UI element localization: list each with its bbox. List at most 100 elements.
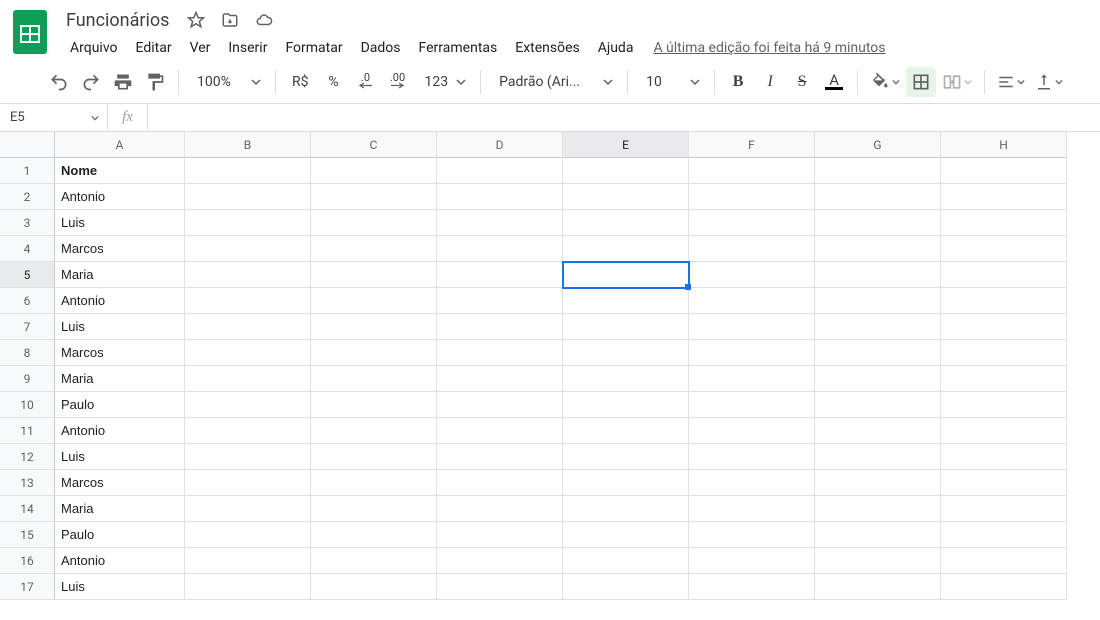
- increase-decimal-button[interactable]: .00: [383, 67, 413, 97]
- percent-button[interactable]: %: [319, 67, 349, 97]
- cell-E16[interactable]: [563, 548, 689, 574]
- more-formats-dropdown[interactable]: 123: [415, 67, 473, 97]
- cell-G17[interactable]: [815, 574, 941, 600]
- cell-B3[interactable]: [185, 210, 311, 236]
- cell-D11[interactable]: [437, 418, 563, 444]
- cell-B10[interactable]: [185, 392, 311, 418]
- cell-B2[interactable]: [185, 184, 311, 210]
- cell-H9[interactable]: [941, 366, 1067, 392]
- cell-E15[interactable]: [563, 522, 689, 548]
- cell-H6[interactable]: [941, 288, 1067, 314]
- cell-C6[interactable]: [311, 288, 437, 314]
- cell-E14[interactable]: [563, 496, 689, 522]
- row-header-17[interactable]: 17: [0, 574, 55, 600]
- cell-G10[interactable]: [815, 392, 941, 418]
- cell-E10[interactable]: [563, 392, 689, 418]
- italic-button[interactable]: I: [755, 67, 785, 97]
- cell-B17[interactable]: [185, 574, 311, 600]
- cell-A1[interactable]: Nome: [55, 158, 185, 184]
- undo-button[interactable]: [44, 67, 74, 97]
- cell-A10[interactable]: Paulo: [55, 392, 185, 418]
- cell-F9[interactable]: [689, 366, 815, 392]
- horizontal-align-button[interactable]: [993, 67, 1029, 97]
- move-icon[interactable]: [219, 9, 241, 31]
- cell-C15[interactable]: [311, 522, 437, 548]
- vertical-align-button[interactable]: [1031, 67, 1067, 97]
- menu-arquivo[interactable]: Arquivo: [62, 36, 126, 60]
- cell-A17[interactable]: Luis: [55, 574, 185, 600]
- cell-F4[interactable]: [689, 236, 815, 262]
- cell-F17[interactable]: [689, 574, 815, 600]
- cell-G12[interactable]: [815, 444, 941, 470]
- cell-C12[interactable]: [311, 444, 437, 470]
- bold-button[interactable]: B: [723, 67, 753, 97]
- menu-ferramentas[interactable]: Ferramentas: [411, 36, 506, 60]
- cell-C3[interactable]: [311, 210, 437, 236]
- cell-E13[interactable]: [563, 470, 689, 496]
- redo-button[interactable]: [76, 67, 106, 97]
- font-size-dropdown[interactable]: 10: [636, 67, 706, 97]
- cell-E8[interactable]: [563, 340, 689, 366]
- cell-C4[interactable]: [311, 236, 437, 262]
- cell-D10[interactable]: [437, 392, 563, 418]
- cell-E9[interactable]: [563, 366, 689, 392]
- cell-G2[interactable]: [815, 184, 941, 210]
- row-header-4[interactable]: 4: [0, 236, 55, 262]
- cell-F5[interactable]: [689, 262, 815, 288]
- cell-B12[interactable]: [185, 444, 311, 470]
- cell-B1[interactable]: [185, 158, 311, 184]
- cell-A14[interactable]: Maria: [55, 496, 185, 522]
- print-button[interactable]: [108, 67, 138, 97]
- cell-D5[interactable]: [437, 262, 563, 288]
- column-header-A[interactable]: A: [55, 132, 185, 158]
- cell-C10[interactable]: [311, 392, 437, 418]
- cell-H16[interactable]: [941, 548, 1067, 574]
- cell-B7[interactable]: [185, 314, 311, 340]
- cell-E2[interactable]: [563, 184, 689, 210]
- menu-editar[interactable]: Editar: [128, 36, 180, 60]
- menu-ver[interactable]: Ver: [182, 36, 219, 60]
- cell-D6[interactable]: [437, 288, 563, 314]
- strikethrough-button[interactable]: S: [787, 67, 817, 97]
- row-header-16[interactable]: 16: [0, 548, 55, 574]
- cloud-status-icon[interactable]: [253, 9, 275, 31]
- cell-F8[interactable]: [689, 340, 815, 366]
- cell-A7[interactable]: Luis: [55, 314, 185, 340]
- cell-F1[interactable]: [689, 158, 815, 184]
- star-icon[interactable]: [185, 9, 207, 31]
- cell-A3[interactable]: Luis: [55, 210, 185, 236]
- cell-D12[interactable]: [437, 444, 563, 470]
- cell-C9[interactable]: [311, 366, 437, 392]
- row-header-15[interactable]: 15: [0, 522, 55, 548]
- cell-D15[interactable]: [437, 522, 563, 548]
- menu-inserir[interactable]: Inserir: [220, 36, 275, 60]
- column-header-B[interactable]: B: [185, 132, 311, 158]
- cell-H12[interactable]: [941, 444, 1067, 470]
- cell-C8[interactable]: [311, 340, 437, 366]
- cell-E17[interactable]: [563, 574, 689, 600]
- cell-G13[interactable]: [815, 470, 941, 496]
- cell-G16[interactable]: [815, 548, 941, 574]
- cell-B9[interactable]: [185, 366, 311, 392]
- cell-B15[interactable]: [185, 522, 311, 548]
- column-header-F[interactable]: F: [689, 132, 815, 158]
- decrease-decimal-button[interactable]: .0: [351, 67, 381, 97]
- last-edit-link[interactable]: A última edição foi feita há 9 minutos: [653, 40, 885, 56]
- cell-G14[interactable]: [815, 496, 941, 522]
- cell-C7[interactable]: [311, 314, 437, 340]
- cell-A2[interactable]: Antonio: [55, 184, 185, 210]
- cell-H10[interactable]: [941, 392, 1067, 418]
- column-header-G[interactable]: G: [815, 132, 941, 158]
- zoom-dropdown[interactable]: 100%: [187, 67, 267, 97]
- cell-F6[interactable]: [689, 288, 815, 314]
- row-header-3[interactable]: 3: [0, 210, 55, 236]
- cell-C5[interactable]: [311, 262, 437, 288]
- cell-B6[interactable]: [185, 288, 311, 314]
- cell-F15[interactable]: [689, 522, 815, 548]
- row-header-14[interactable]: 14: [0, 496, 55, 522]
- select-all-corner[interactable]: [0, 132, 55, 158]
- cell-G1[interactable]: [815, 158, 941, 184]
- cell-C2[interactable]: [311, 184, 437, 210]
- cell-B4[interactable]: [185, 236, 311, 262]
- cell-H2[interactable]: [941, 184, 1067, 210]
